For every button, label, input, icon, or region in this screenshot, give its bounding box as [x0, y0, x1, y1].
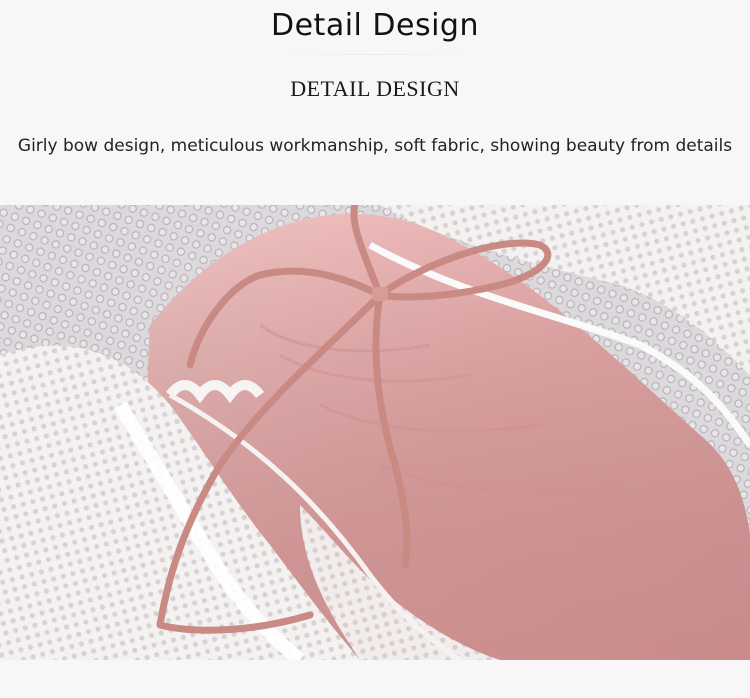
bow-knot: [372, 287, 388, 301]
page-title: Detail Design: [271, 8, 479, 43]
product-detail-photo: [0, 205, 750, 660]
title-divider: [290, 54, 460, 55]
page-subtitle: DETAIL DESIGN: [290, 76, 460, 101]
product-description: Girly bow design, meticulous workmanship…: [17, 136, 733, 156]
